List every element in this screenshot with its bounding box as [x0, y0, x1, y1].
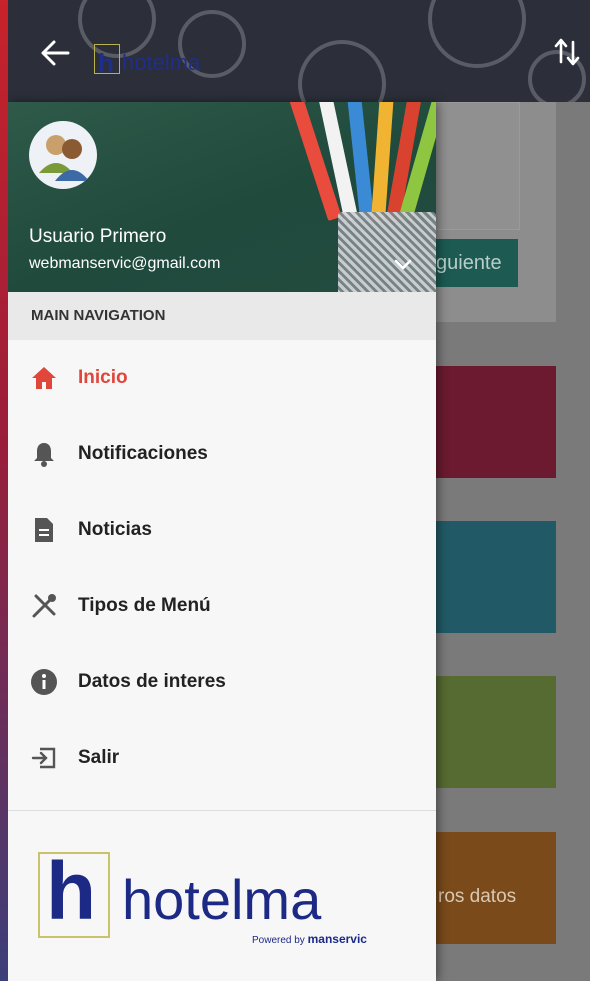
bell-icon — [30, 440, 58, 468]
logo-h-mark: h — [98, 48, 114, 78]
user-email: webmanservic@gmail.com — [29, 255, 221, 272]
navigation-drawer: Usuario Primero webmanservic@gmail.com M… — [8, 102, 436, 981]
powered-by-brand: manservic — [307, 932, 367, 946]
nav-item-label: Salir — [78, 747, 120, 768]
drawer-header: Usuario Primero webmanservic@gmail.com — [8, 102, 436, 292]
chevron-down-icon — [394, 259, 412, 270]
footer-logo: h hotelma Powered by manservic — [38, 846, 398, 958]
back-button[interactable] — [38, 38, 72, 68]
nav-item-label: Tipos de Menú — [78, 595, 211, 616]
background-tile — [418, 676, 556, 788]
sort-arrows-icon — [554, 38, 580, 66]
background-tile-label: ros datos — [438, 886, 517, 907]
nav-item-inicio[interactable]: Inicio — [8, 340, 436, 416]
nav-item-tipos-de-menu[interactable]: Tipos de Menú — [8, 568, 436, 644]
nav-item-label: Datos de interes — [78, 671, 226, 692]
nav-item-label: Inicio — [78, 367, 128, 388]
nav-section-header: MAIN NAVIGATION — [8, 292, 436, 340]
nav-item-label: Noticias — [78, 519, 152, 540]
background-tile — [418, 521, 556, 633]
nav-item-notificaciones[interactable]: Notificaciones — [8, 416, 436, 492]
logout-icon — [30, 744, 58, 772]
app-brand-name: hotelma — [122, 50, 201, 75]
nav-item-label: Notificaciones — [78, 443, 208, 464]
powered-by-label: Powered by — [252, 935, 305, 946]
app-logo: h hotelma — [94, 44, 201, 78]
user-avatar[interactable] — [29, 121, 97, 189]
powered-by-text: Powered by manservic — [252, 932, 367, 946]
sort-button[interactable] — [552, 36, 582, 68]
user-name: Usuario Primero — [29, 226, 167, 247]
utensils-icon — [30, 592, 58, 620]
users-avatar-icon — [39, 135, 89, 181]
logo-h-mark: h — [46, 846, 97, 937]
drawer-divider — [8, 810, 436, 811]
footer-brand-name: hotelma — [122, 868, 322, 931]
nav-menu: Inicio Notificaciones Noticias Tipos de … — [8, 340, 436, 796]
pencil-cup-decoration — [338, 212, 436, 292]
doodle-decoration — [428, 0, 526, 68]
arrow-left-icon — [41, 40, 70, 66]
device-frame: h hotelma guiente ros datos Usuario Prim… — [0, 0, 590, 981]
app-bar: h hotelma — [8, 0, 590, 128]
nav-item-salir[interactable]: Salir — [8, 720, 436, 796]
account-dropdown-toggle[interactable] — [394, 258, 412, 272]
document-icon — [30, 516, 58, 544]
nav-item-noticias[interactable]: Noticias — [8, 492, 436, 568]
logo-box: h — [94, 44, 120, 78]
info-icon — [30, 668, 58, 696]
background-tile — [418, 366, 556, 478]
home-icon — [30, 364, 58, 392]
nav-item-datos-de-interes[interactable]: Datos de interes — [8, 644, 436, 720]
app-screen: h hotelma guiente ros datos Usuario Prim… — [8, 0, 590, 981]
